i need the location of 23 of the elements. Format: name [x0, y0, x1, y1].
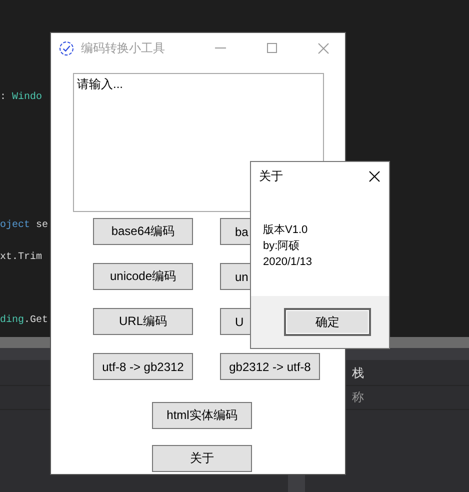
maximize-icon[interactable]: [267, 43, 277, 53]
panel-header: 栈: [352, 365, 364, 382]
info-text: 2020/1/13: [263, 255, 313, 270]
encode-button[interactable]: unicode编码: [93, 263, 193, 290]
encode-button[interactable]: utf-8 -> gb2312: [93, 353, 193, 380]
ok-button[interactable]: 确定: [284, 308, 371, 336]
check-circle-icon: [59, 40, 74, 56]
info-text: by:阿硕: [263, 239, 301, 254]
encode-button[interactable]: URL编码: [93, 308, 193, 335]
about-button[interactable]: 关于: [152, 445, 252, 472]
close-icon[interactable]: [369, 170, 380, 182]
encode-button[interactable]: gb2312 -> utf-8: [220, 353, 320, 380]
window-title: 编码转换小工具: [81, 40, 165, 56]
panel-header: 称: [352, 389, 364, 406]
code-line: : Windo: [0, 92, 42, 103]
code-line: xt.Trim: [0, 252, 42, 263]
code-line: oject se: [0, 220, 48, 231]
dialog-title: 关于: [259, 168, 283, 184]
code-line: ding.Get: [0, 315, 48, 326]
minimize-icon[interactable]: [215, 47, 226, 49]
encode-button[interactable]: base64编码: [93, 218, 193, 245]
info-text: 版本V1.0: [263, 223, 309, 238]
encode-button[interactable]: html实体编码: [152, 402, 252, 429]
